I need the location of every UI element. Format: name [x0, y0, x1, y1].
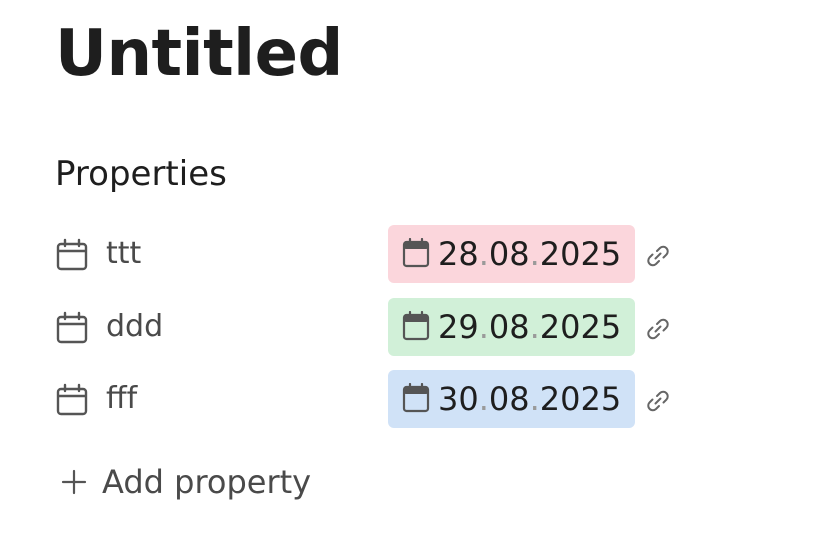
calendar-icon: [402, 238, 430, 268]
calendar-icon: [56, 311, 88, 344]
date-separator: .: [529, 308, 540, 346]
date-chip[interactable]: 28.08.2025: [388, 225, 635, 283]
date-month: 08: [488, 235, 530, 273]
date-month: 08: [488, 380, 530, 418]
date-year: 2025: [539, 308, 622, 346]
date-month: 08: [488, 308, 530, 346]
add-property-label: Add property: [102, 463, 312, 501]
date-day: 29: [438, 308, 479, 346]
property-name[interactable]: ttt: [106, 233, 141, 275]
property-row-ddd: ddd 29.08.2025: [55, 298, 695, 356]
plus-icon: [61, 469, 87, 495]
link-icon[interactable]: [644, 387, 672, 415]
properties-heading: Properties: [55, 154, 227, 194]
date-day: 30: [438, 380, 479, 418]
date-year: 2025: [539, 235, 622, 273]
date-separator: .: [529, 380, 540, 418]
calendar-icon: [402, 383, 430, 413]
date-value: 29.08.2025: [438, 305, 621, 349]
date-separator: .: [478, 380, 489, 418]
date-separator: .: [478, 235, 489, 273]
calendar-icon: [56, 238, 88, 271]
page-title[interactable]: Untitled: [55, 12, 343, 96]
property-name[interactable]: fff: [106, 378, 137, 420]
date-day: 28: [438, 235, 479, 273]
date-value: 28.08.2025: [438, 232, 621, 276]
property-row-fff: fff 30.08.2025: [55, 370, 695, 428]
property-row-ttt: ttt 28.08.2025: [55, 225, 695, 283]
date-year: 2025: [539, 380, 622, 418]
calendar-icon: [402, 311, 430, 341]
link-icon[interactable]: [644, 315, 672, 343]
date-value: 30.08.2025: [438, 377, 621, 421]
date-separator: .: [478, 308, 489, 346]
calendar-icon: [56, 383, 88, 416]
date-chip[interactable]: 30.08.2025: [388, 370, 635, 428]
page: Untitled Properties ttt 28.08.2025 ddd 2…: [0, 0, 819, 535]
date-chip[interactable]: 29.08.2025: [388, 298, 635, 356]
date-separator: .: [529, 235, 540, 273]
property-name[interactable]: ddd: [106, 306, 163, 348]
link-icon[interactable]: [644, 242, 672, 270]
